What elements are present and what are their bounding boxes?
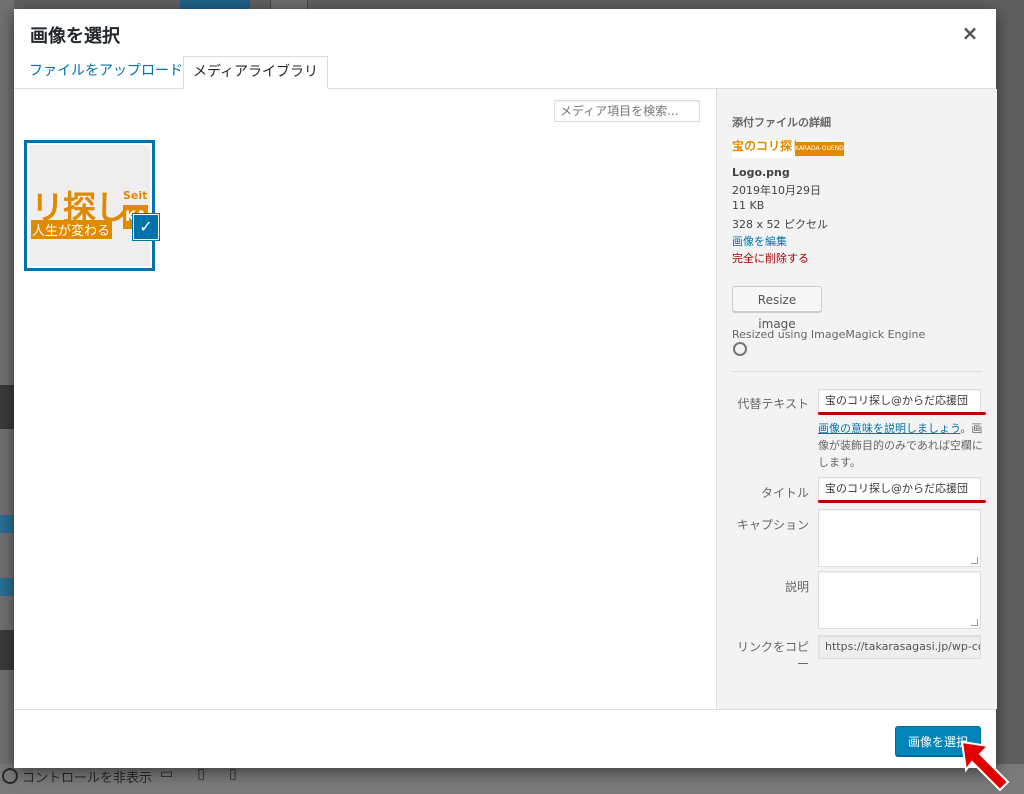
description-textarea[interactable] bbox=[818, 571, 981, 629]
modal-tabs: ファイルをアップロード メディアライブラリ bbox=[14, 56, 996, 89]
caption-textarea[interactable] bbox=[818, 509, 981, 567]
modal-toolbar: 画像を選択 bbox=[14, 709, 996, 768]
attachment-date: 2019年10月29日 bbox=[732, 184, 821, 197]
attachment-filesize: 11 KB bbox=[732, 199, 765, 212]
alt-text-annotation-underline bbox=[818, 412, 986, 415]
attachment-filename: Logo.png bbox=[732, 166, 790, 179]
alt-text-label: 代替テキスト bbox=[737, 397, 809, 411]
mobile-icon: ▯ bbox=[228, 766, 237, 782]
alt-text-help-link[interactable]: 画像の意味を説明しましょう bbox=[818, 422, 960, 435]
tab-media-library[interactable]: メディアライブラリ bbox=[183, 56, 329, 89]
preview-logo-brand: KARADA-OUENDAN bbox=[795, 142, 844, 156]
annotation-arrow-icon bbox=[960, 740, 1010, 792]
thumbnail-logo-subtext: 人生が変わる bbox=[31, 220, 113, 239]
background-hide-controls-text: コントロールを非表示 bbox=[22, 771, 153, 786]
caption-label: キャプション bbox=[736, 518, 809, 532]
collapse-icon bbox=[2, 768, 18, 784]
preview-logo-text: 宝のコリ探し bbox=[732, 140, 796, 158]
title-field[interactable]: 宝のコリ探し@からだ応援団 bbox=[818, 477, 981, 501]
close-icon[interactable]: × bbox=[958, 21, 982, 45]
background-device-icons: ▭ ▯ ▯ bbox=[160, 766, 261, 782]
attachment-preview-image: 宝のコリ探し KARADA-OUENDAN bbox=[732, 140, 844, 158]
sidebar-divider bbox=[732, 371, 982, 372]
alt-text-help: 画像の意味を説明しましょう。画像が装飾目的のみであれば空欄にします。 bbox=[818, 420, 988, 471]
modal-title: 画像を選択 bbox=[30, 26, 120, 47]
title-annotation-underline bbox=[818, 500, 986, 503]
resized-note: Resized using ImageMagick Engine bbox=[732, 328, 926, 341]
title-label: タイトル bbox=[760, 486, 809, 500]
media-library-content: リ探し 人生が変わる Seita KARA ✓ bbox=[14, 89, 716, 709]
description-label: 説明 bbox=[784, 580, 809, 594]
thumbnail-image: リ探し 人生が変わる Seita KARA bbox=[31, 147, 148, 264]
delete-permanently-link[interactable]: 完全に削除する bbox=[732, 250, 809, 266]
thumbnail-logo-brand: Seita bbox=[123, 189, 148, 202]
edit-image-link[interactable]: 画像を編集 bbox=[732, 233, 787, 249]
copy-link-label: リンクをコピー bbox=[736, 640, 809, 671]
background-bottom-bar bbox=[0, 764, 1024, 794]
spinner-icon bbox=[733, 342, 747, 356]
attachment-thumbnail[interactable]: リ探し 人生が変わる Seita KARA bbox=[24, 140, 155, 271]
alt-text-field[interactable]: 宝のコリ探し@からだ応援団 bbox=[818, 389, 981, 413]
attachment-details-heading: 添付ファイルの詳細 bbox=[732, 116, 831, 129]
copy-link-field[interactable]: https://takarasagasi.jp/wp-co bbox=[818, 635, 981, 659]
tablet-icon: ▯ bbox=[197, 766, 205, 782]
tab-upload-files[interactable]: ファイルをアップロード bbox=[20, 56, 192, 87]
background-left-edge bbox=[0, 0, 14, 794]
attachment-dimensions: 328 x 52 ピクセル bbox=[732, 218, 828, 231]
desktop-icon: ▭ bbox=[160, 766, 174, 782]
media-modal: 画像を選択 × ファイルをアップロード メディアライブラリ リ探し 人生が変わる… bbox=[14, 9, 997, 768]
checkmark-icon[interactable]: ✓ bbox=[134, 215, 158, 239]
resize-image-button[interactable]: Resize image bbox=[732, 286, 822, 331]
attachment-details-sidebar: 添付ファイルの詳細 宝のコリ探し KARADA-OUENDAN Logo.png… bbox=[716, 89, 997, 709]
media-search-input[interactable] bbox=[554, 100, 700, 122]
